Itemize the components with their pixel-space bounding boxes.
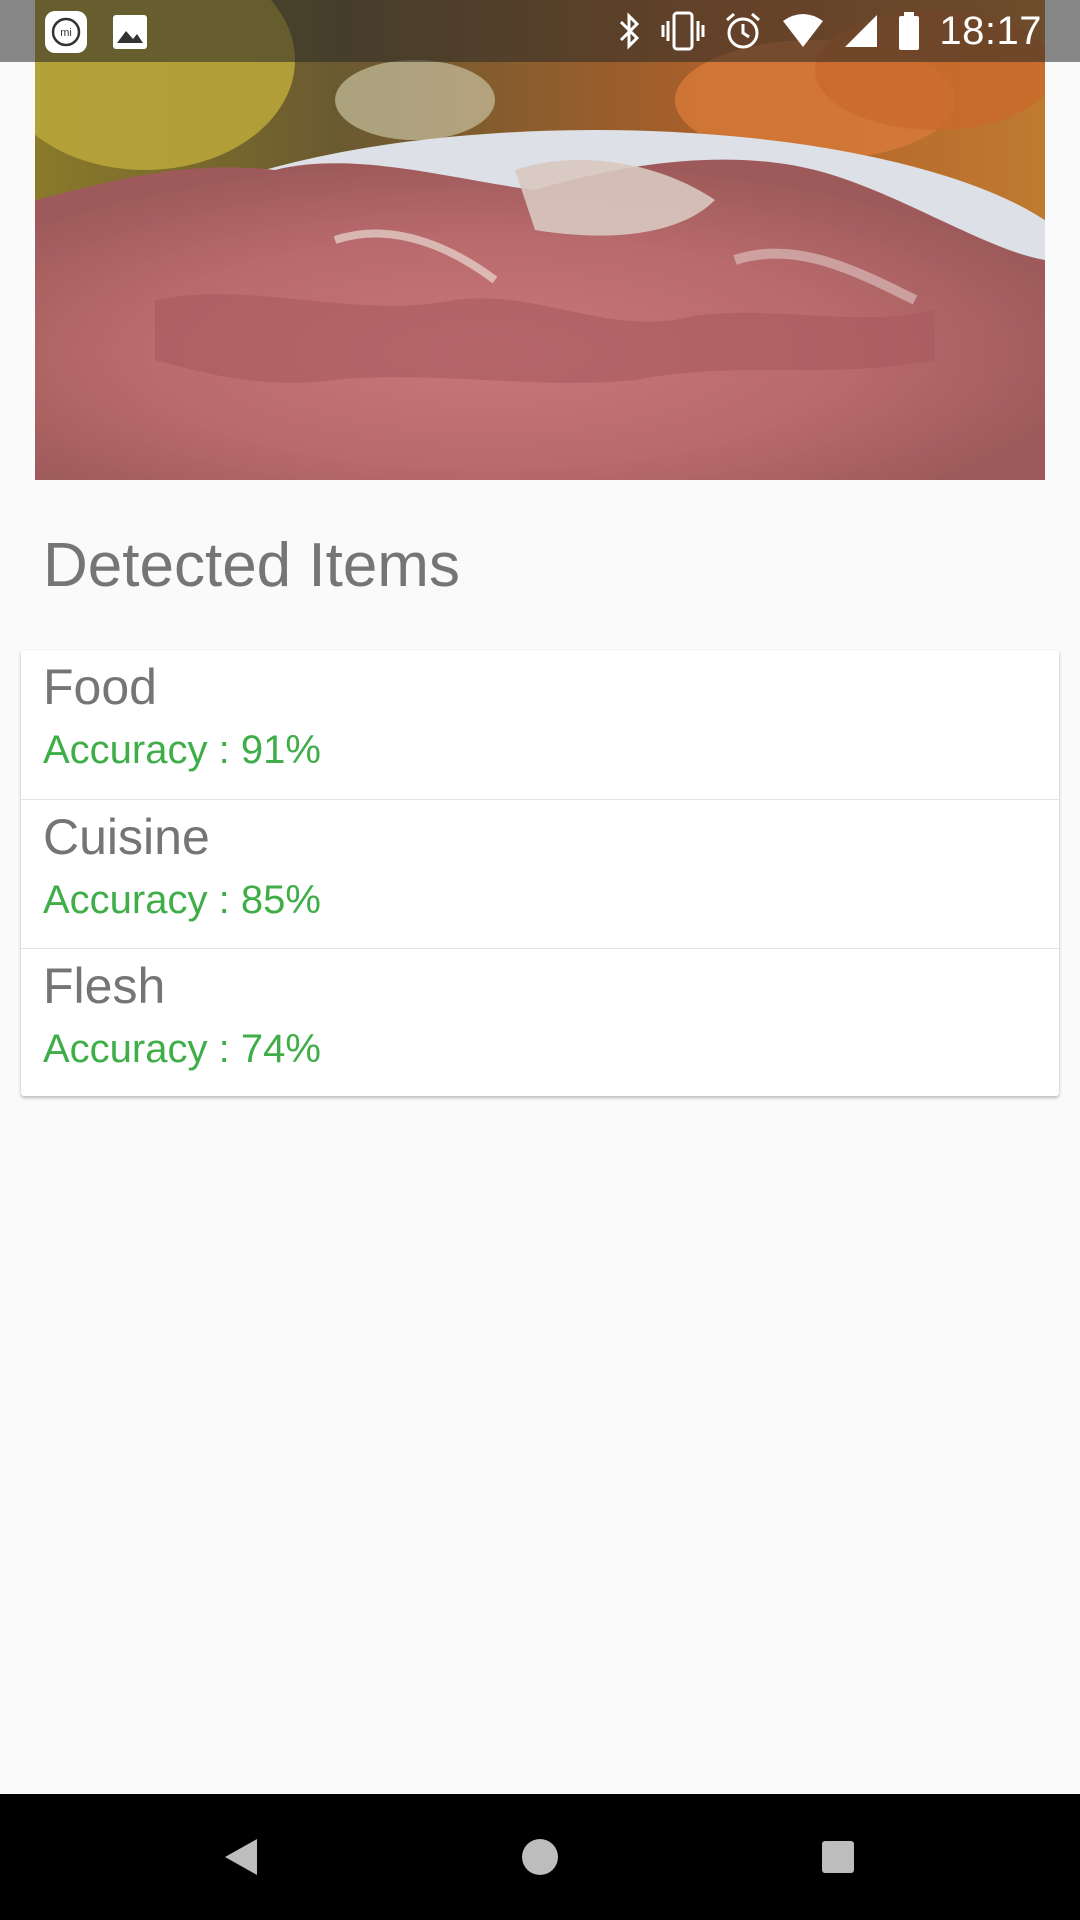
battery-icon — [897, 11, 921, 51]
home-icon[interactable] — [515, 1832, 565, 1882]
svg-text:mi: mi — [60, 27, 72, 39]
back-icon[interactable] — [216, 1832, 266, 1882]
image-notification-icon — [112, 14, 148, 50]
vibrate-icon — [661, 11, 705, 51]
section-title: Detected Items — [43, 531, 460, 600]
recents-icon[interactable] — [813, 1832, 863, 1882]
list-item[interactable]: Food Accuracy : 91% — [21, 650, 1059, 799]
bluetooth-icon — [617, 12, 643, 50]
item-name: Flesh — [43, 958, 166, 1014]
alarm-icon — [723, 11, 763, 51]
item-accuracy: Accuracy : 85% — [43, 878, 321, 922]
item-accuracy: Accuracy : 74% — [43, 1027, 321, 1071]
signal-icon — [843, 13, 879, 49]
detected-items-list: Food Accuracy : 91% Cuisine Accuracy : 8… — [21, 650, 1059, 1096]
list-item[interactable]: Flesh Accuracy : 74% — [21, 948, 1059, 1098]
item-name: Food — [43, 659, 157, 715]
food-photo — [35, 0, 1045, 480]
mi-app-icon: mi — [44, 10, 88, 54]
wifi-icon — [781, 13, 825, 49]
navigation-bar — [0, 1794, 1080, 1920]
status-bar: mi 18:17 — [0, 0, 1080, 62]
item-accuracy: Accuracy : 91% — [43, 728, 321, 772]
item-name: Cuisine — [43, 809, 210, 865]
list-item[interactable]: Cuisine Accuracy : 85% — [21, 799, 1059, 949]
status-time: 18:17 — [939, 8, 1042, 53]
